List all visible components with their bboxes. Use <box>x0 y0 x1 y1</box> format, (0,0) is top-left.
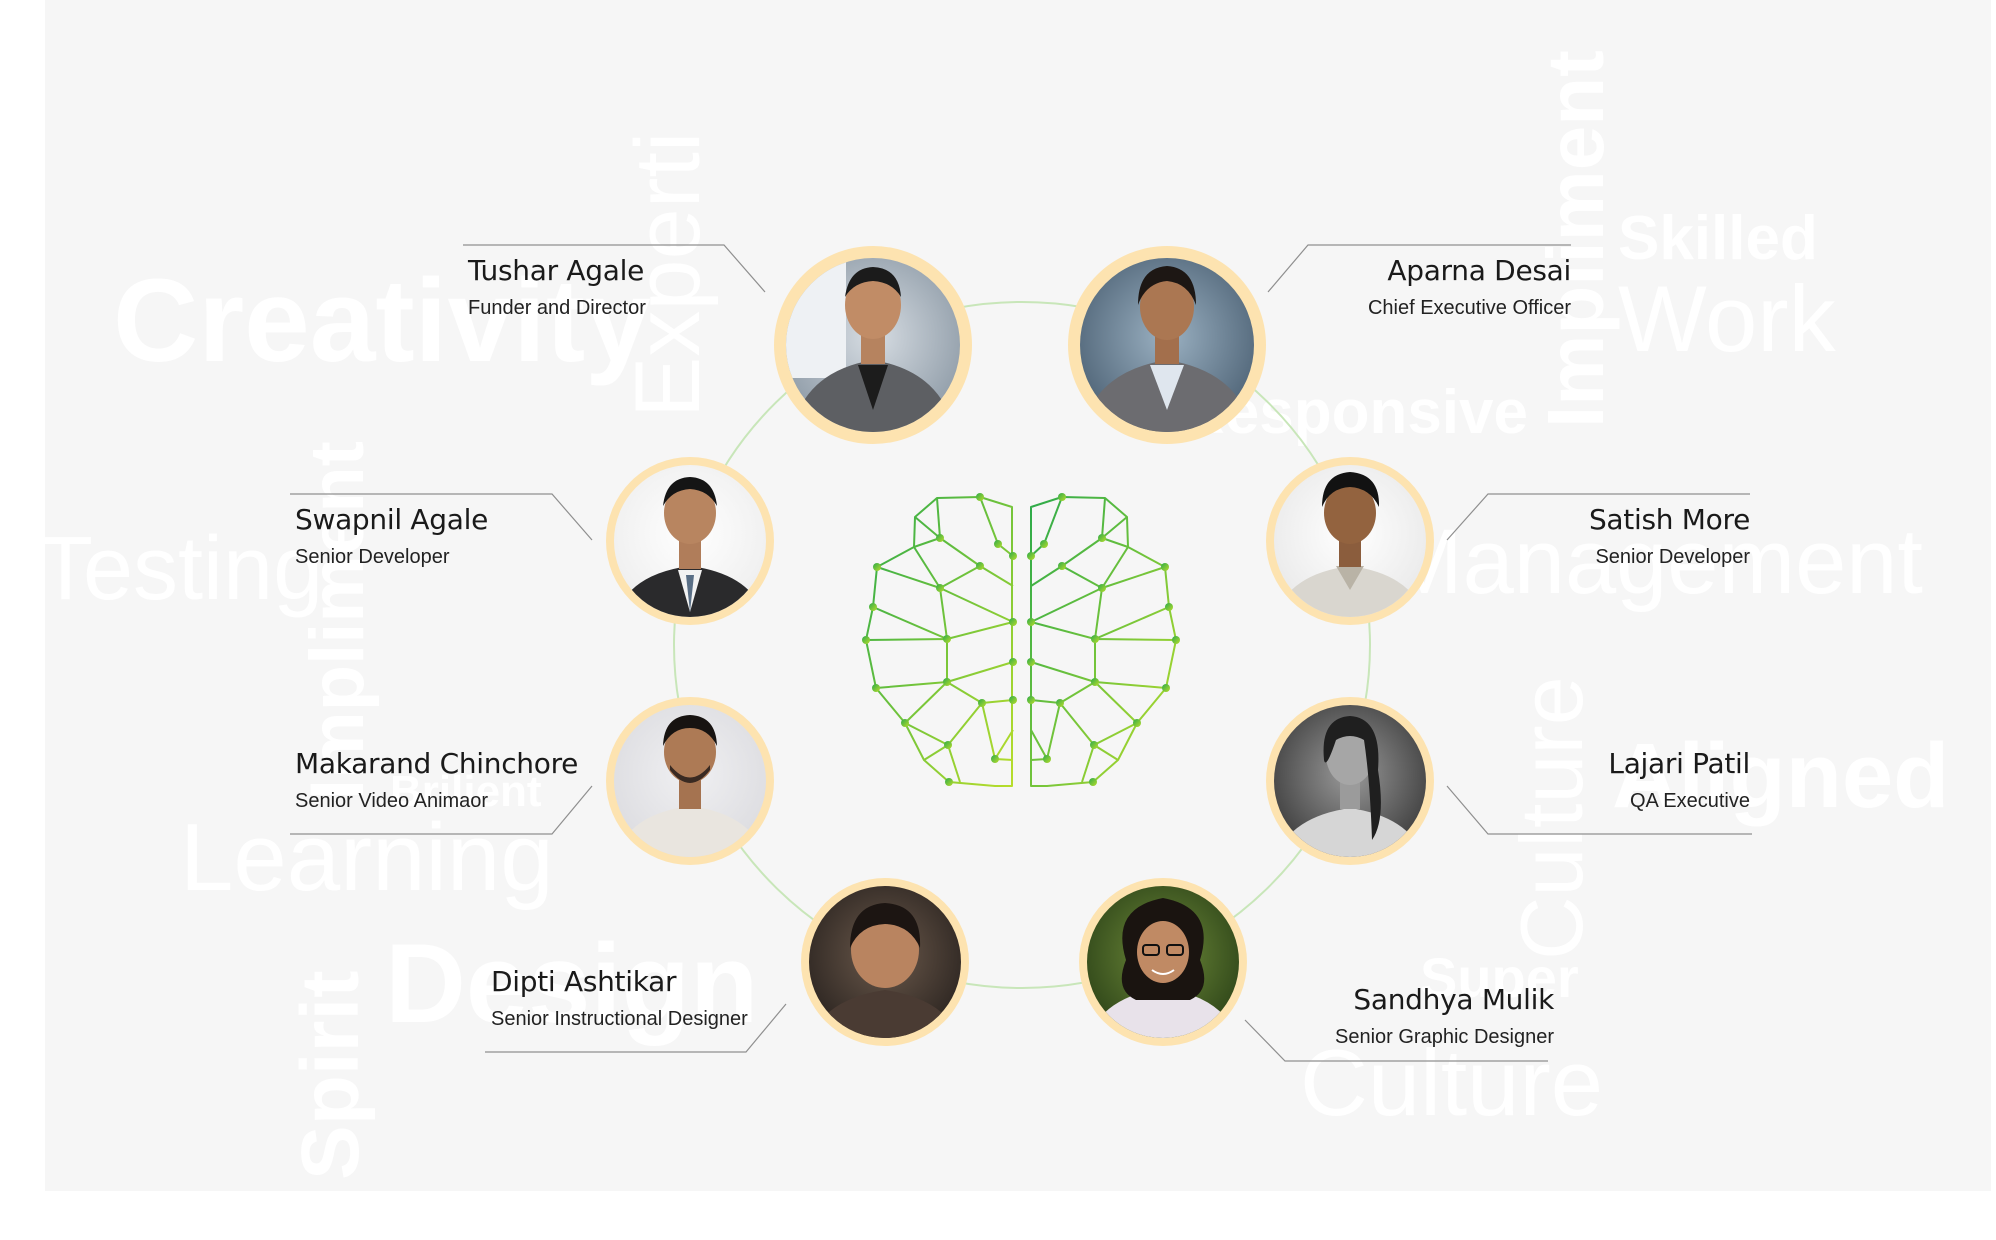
member-role: Senior Video Animaor <box>295 790 489 812</box>
brain-network-icon <box>862 493 1180 787</box>
man-in-suit-photo <box>606 457 774 625</box>
member-name: Sandhya Mulik <box>1353 983 1554 1016</box>
man-in-blazer-photo <box>774 246 972 444</box>
member-name: Tushar Agale <box>468 254 644 287</box>
member-name: Makarand Chinchore <box>295 747 579 780</box>
member-role: QA Executive <box>1629 790 1750 812</box>
member-name: Swapnil Agale <box>295 503 489 536</box>
member-role: Chief Executive Officer <box>1367 297 1571 319</box>
woman-portrait-photo <box>801 878 969 1046</box>
member-role: Senior Developer <box>1595 546 1750 568</box>
member-name: Dipti Ashtikar <box>491 965 677 998</box>
member-name: Lajari Patil <box>1608 747 1750 780</box>
orbit-ring <box>673 301 1371 989</box>
member-role: Funder and Director <box>468 297 646 319</box>
man-with-beard-photo <box>606 697 774 865</box>
member-name: Aparna Desai <box>1387 254 1571 287</box>
member-role: Senior Graphic Designer <box>1335 1026 1554 1048</box>
member-name: Satish More <box>1588 503 1750 536</box>
man-in-shirt-photo <box>1266 457 1434 625</box>
woman-with-glasses-photo <box>1079 878 1247 1046</box>
member-role: Senior Instructional Designer <box>491 1008 748 1030</box>
woman-in-blazer-photo <box>1068 246 1266 444</box>
member-role: Senior Developer <box>295 546 450 568</box>
team-graphics <box>290 244 1752 1062</box>
woman-monochrome-photo <box>1266 697 1434 865</box>
